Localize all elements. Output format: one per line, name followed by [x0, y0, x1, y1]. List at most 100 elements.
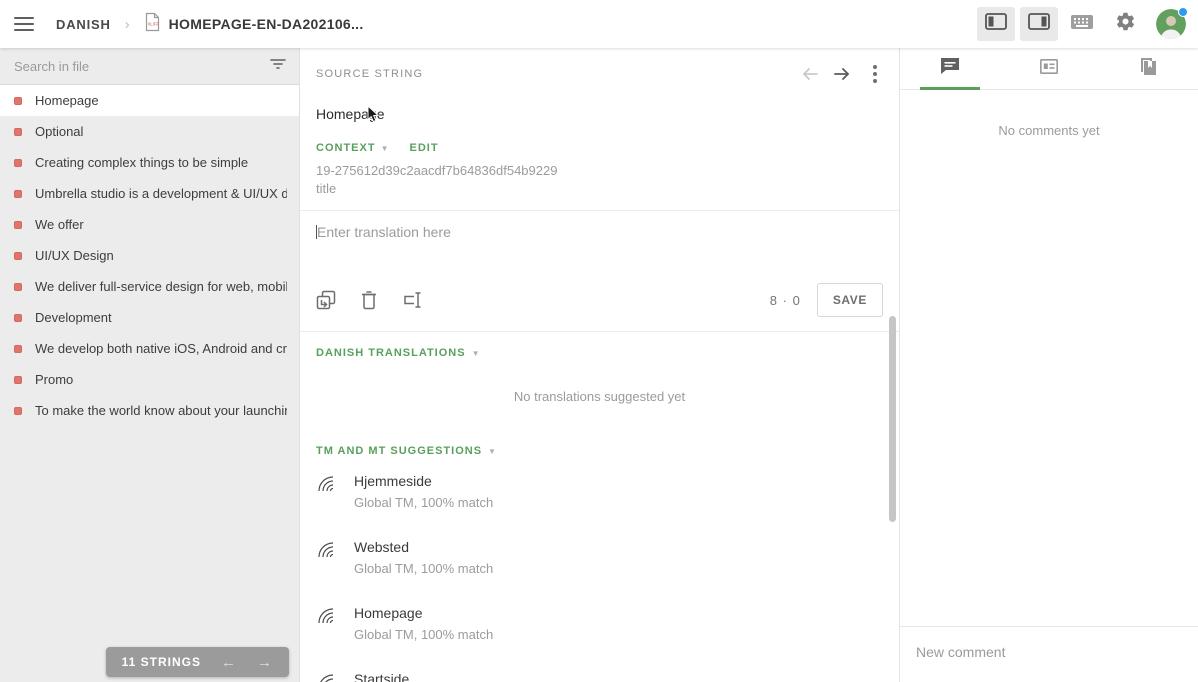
- notification-dot: [1178, 7, 1188, 17]
- svg-text:XLIFF: XLIFF: [147, 21, 159, 26]
- next-string-button[interactable]: [829, 64, 855, 84]
- chevron-down-icon: ▼: [380, 143, 390, 153]
- tm-suggestion-row[interactable]: Homepage Global TM, 100% match: [300, 589, 899, 655]
- save-button[interactable]: SAVE: [816, 283, 883, 317]
- translation-editor-app: DANISH › XLIFF HOMEPAGE-EN-DA202106... S…: [0, 0, 1198, 682]
- tm-suggestion-row[interactable]: Hjemmeside Global TM, 100% match: [300, 457, 899, 523]
- suggestion-meta: Global TM, 100% match: [354, 561, 494, 576]
- string-list-item[interactable]: To make the world know about your launch…: [0, 395, 299, 426]
- toggle-right-panel-button[interactable]: [1020, 7, 1058, 41]
- gear-icon: [1115, 11, 1136, 37]
- search-row: [0, 48, 299, 85]
- translations-heading-toggle[interactable]: DANISH TRANSLATIONS ▼: [300, 332, 899, 359]
- string-list-item[interactable]: Umbrella studio is a development & UI/UX…: [0, 178, 299, 209]
- hamburger-menu-icon[interactable]: [14, 17, 34, 31]
- string-list-item[interactable]: We develop both native iOS, Android and …: [0, 333, 299, 364]
- no-translations-text: No translations suggested yet: [513, 389, 686, 404]
- next-page-icon[interactable]: →: [257, 654, 273, 671]
- context-string-id: 19-275612d39c2aacdf7b64836df54b9229: [316, 163, 558, 178]
- breadcrumb-language[interactable]: DANISH: [56, 17, 111, 32]
- tm-match-icon: [316, 474, 337, 500]
- user-avatar[interactable]: [1156, 7, 1188, 39]
- untranslated-status-icon: [14, 313, 22, 322]
- breadcrumb-file[interactable]: XLIFF HOMEPAGE-EN-DA202106...: [144, 12, 364, 37]
- strings-count-label: 11 STRINGS: [121, 655, 201, 669]
- suggestions-section: TM AND MT SUGGESTIONS ▼ Hjemmeside Globa…: [300, 430, 899, 682]
- tm-suggestion-row[interactable]: Websted Global TM, 100% match: [300, 523, 899, 589]
- char-counter: 8 · 0: [769, 292, 801, 308]
- editor-panel: SOURCE STRING Homepage CONTEXT ▼ EDIT 19…: [300, 48, 900, 682]
- new-comment-row: [900, 626, 1198, 682]
- terms-card-icon: [1038, 56, 1060, 81]
- untranslated-status-icon: [14, 344, 22, 353]
- previous-string-button[interactable]: [797, 64, 823, 84]
- source-string-label: SOURCE STRING: [316, 68, 424, 80]
- chevron-down-icon: ▼: [471, 348, 481, 358]
- keyboard-shortcuts-button[interactable]: [1063, 7, 1101, 41]
- select-text-button[interactable]: [402, 290, 424, 310]
- delete-translation-button[interactable]: [360, 290, 378, 310]
- untranslated-status-icon: [14, 220, 22, 229]
- string-list-item[interactable]: Promo: [0, 364, 299, 395]
- suggestions-heading-toggle[interactable]: TM AND MT SUGGESTIONS ▼: [300, 430, 899, 457]
- tm-suggestion-row[interactable]: Startside Global TM, 100% match: [300, 655, 899, 682]
- keyboard-icon: [1070, 14, 1094, 35]
- copy-source-button[interactable]: [316, 290, 336, 310]
- topbar: DANISH › XLIFF HOMEPAGE-EN-DA202106...: [0, 0, 1198, 48]
- comment-icon: [939, 56, 961, 81]
- string-list-item[interactable]: Creating complex things to be simple: [0, 147, 299, 178]
- context-string-type: title: [316, 181, 337, 196]
- string-list-item[interactable]: We deliver full-service design for web, …: [0, 271, 299, 302]
- untranslated-status-icon: [14, 406, 22, 415]
- suggestion-text: Homepage: [354, 605, 423, 621]
- toggle-left-panel-button[interactable]: [977, 7, 1015, 41]
- string-list-item[interactable]: Optional: [0, 116, 299, 147]
- strings-sidebar: Homepage Optional Creating complex thing…: [0, 48, 300, 682]
- tab-comments[interactable]: [900, 48, 999, 89]
- suggestion-meta: Global TM, 100% match: [354, 627, 494, 642]
- source-string-text: Homepage: [316, 106, 385, 122]
- translation-editor: Enter translation here 8 · 0 SAVE: [300, 210, 899, 331]
- tab-dictionary[interactable]: [1099, 48, 1198, 89]
- string-list-item[interactable]: UI/UX Design: [0, 240, 299, 271]
- untranslated-status-icon: [14, 375, 22, 384]
- search-input[interactable]: [14, 58, 269, 74]
- tab-terms[interactable]: [999, 48, 1098, 89]
- tm-match-icon: [316, 540, 337, 566]
- string-menu-button[interactable]: [865, 63, 885, 85]
- untranslated-status-icon: [14, 282, 22, 291]
- context-row: CONTEXT ▼ EDIT: [300, 122, 899, 154]
- chevron-down-icon: ▼: [488, 446, 497, 456]
- string-list-item[interactable]: Homepage: [0, 85, 299, 116]
- translation-input[interactable]: Enter translation here: [300, 211, 899, 279]
- side-panel-tabs: [900, 48, 1198, 90]
- filter-icon[interactable]: [269, 55, 287, 78]
- untranslated-status-icon: [14, 251, 22, 260]
- translations-section: DANISH TRANSLATIONS ▼ No translations su…: [300, 331, 899, 430]
- context-toggle[interactable]: CONTEXT ▼: [316, 142, 389, 154]
- layout-right-icon: [1028, 13, 1050, 35]
- suggestion-meta: Global TM, 100% match: [354, 495, 494, 510]
- no-comments-text: No comments yet: [998, 123, 1100, 138]
- new-comment-input[interactable]: [916, 644, 1182, 660]
- string-list-item[interactable]: We offer: [0, 209, 299, 240]
- suggestion-text: Websted: [354, 539, 409, 555]
- untranslated-status-icon: [14, 189, 22, 198]
- untranslated-status-icon: [14, 158, 22, 167]
- tm-match-icon: [316, 606, 337, 632]
- strings-count-pager: 11 STRINGS ← →: [105, 647, 289, 677]
- prev-page-icon[interactable]: ←: [221, 654, 237, 671]
- settings-button[interactable]: [1106, 7, 1144, 41]
- breadcrumb-chevron-icon: ›: [124, 15, 130, 33]
- suggestion-text: Startside: [354, 671, 410, 682]
- translation-toolbar: 8 · 0 SAVE: [300, 279, 899, 331]
- dictionary-book-icon: [1137, 56, 1159, 82]
- tm-match-icon: [316, 672, 337, 682]
- string-list: Homepage Optional Creating complex thing…: [0, 85, 299, 426]
- source-header: SOURCE STRING: [300, 48, 899, 85]
- editor-scrollbar[interactable]: [889, 316, 896, 522]
- string-list-item[interactable]: Development: [0, 302, 299, 333]
- untranslated-status-icon: [14, 96, 22, 105]
- edit-context-button[interactable]: EDIT: [409, 142, 438, 154]
- suggestion-text: Hjemmeside: [354, 473, 432, 489]
